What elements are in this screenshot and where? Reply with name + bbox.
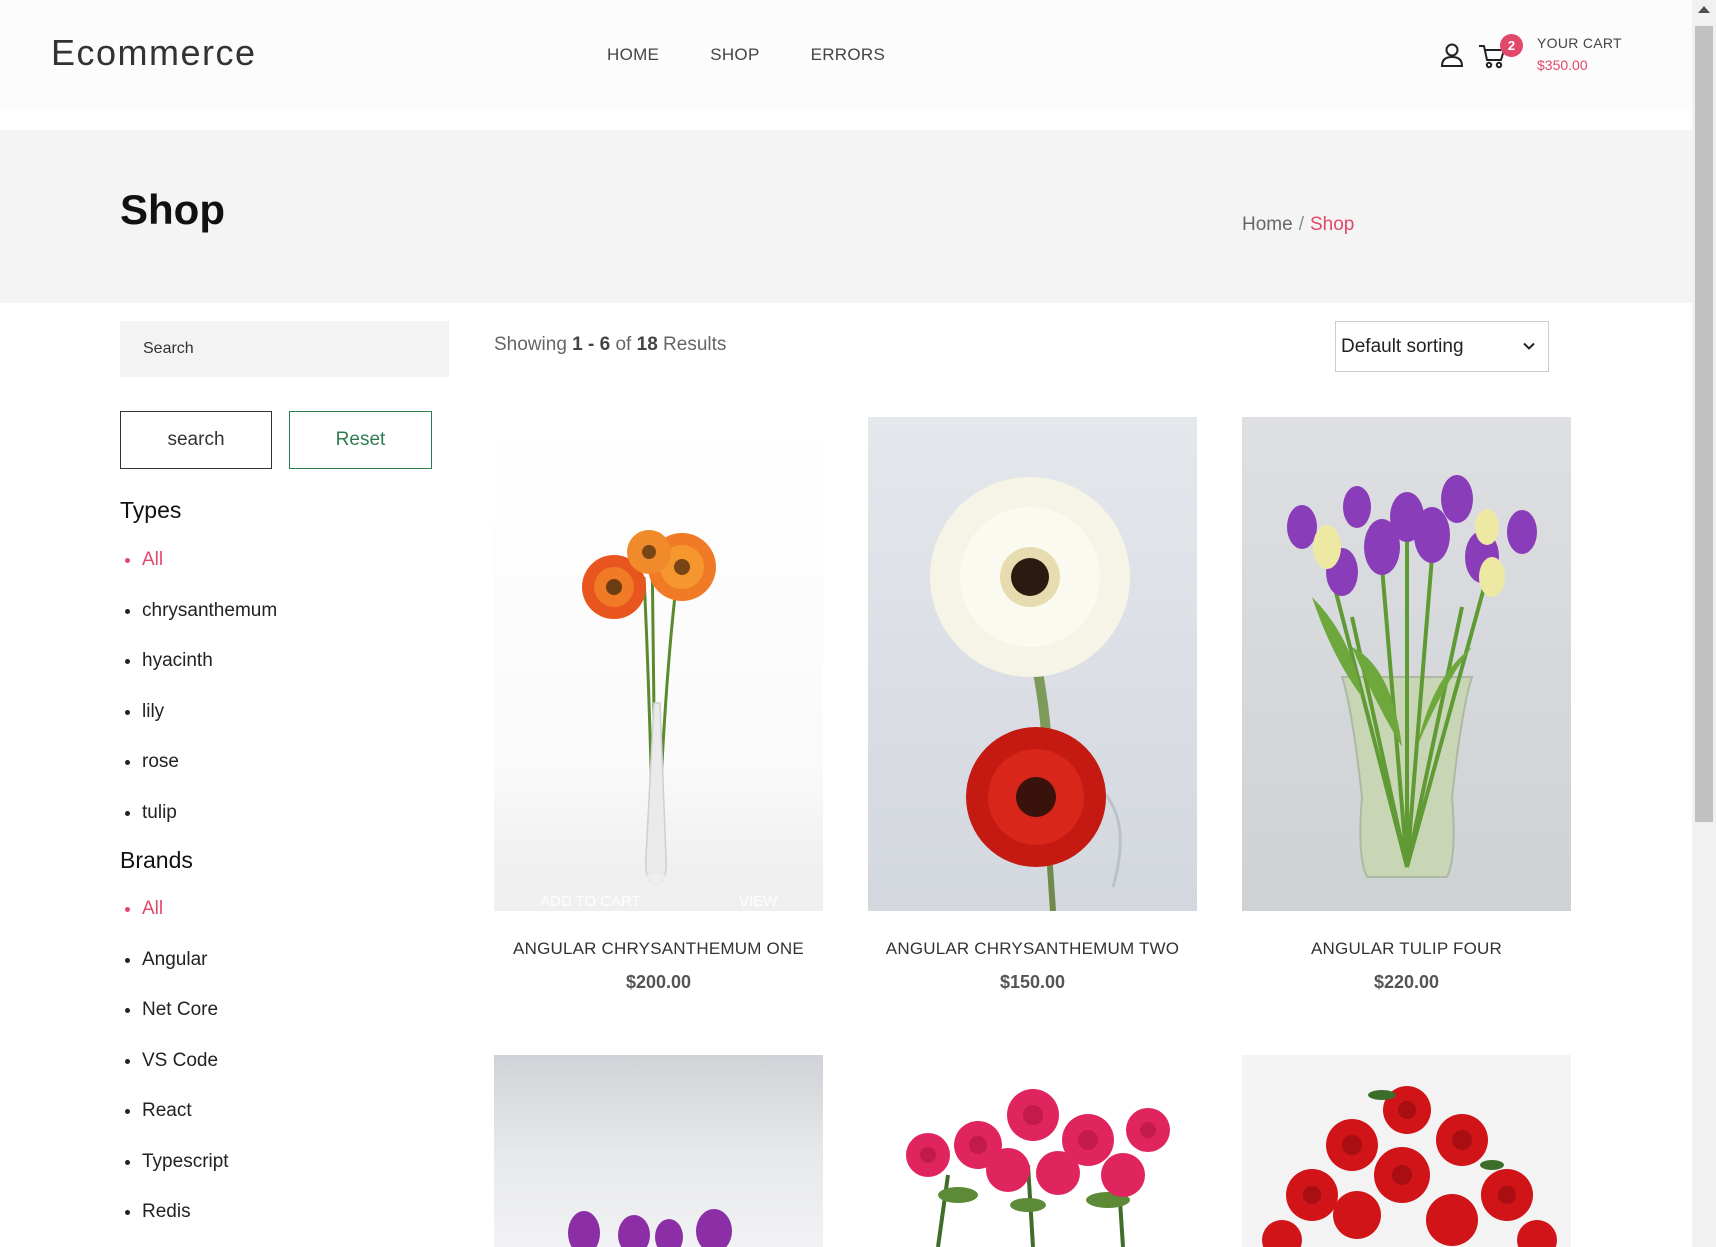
gerbera-pair-image (868, 417, 1197, 911)
product-image[interactable] (1242, 1055, 1571, 1247)
product-price: $200.00 (625, 972, 692, 992)
product-card[interactable]: ANGULAR CHRYSANTHEMUM TWO $150.00 (868, 417, 1197, 993)
cart-amount: $350.00 (1537, 57, 1588, 73)
brands-heading: Brands (120, 847, 193, 873)
brand-filter-redis[interactable]: Redis (120, 1202, 229, 1247)
product-card[interactable]: ANGULAR TULIP FOUR $220.00 (1242, 417, 1571, 993)
breadcrumb: Home / Shop (1242, 214, 1354, 236)
brand-filter-typescript[interactable]: Typescript (120, 1151, 229, 1203)
breadcrumb-separator: / (1298, 214, 1304, 235)
search-input[interactable] (120, 321, 449, 377)
types-heading: Types (120, 497, 182, 523)
breadcrumb-current: Shop (1309, 214, 1355, 235)
product-price: $150.00 (999, 972, 1066, 992)
cart-label: YOUR CART (1537, 35, 1622, 51)
brand-filter-all[interactable]: All (120, 899, 229, 950)
search-button[interactable]: search (120, 411, 272, 469)
type-filter-lily[interactable]: lily (120, 701, 277, 753)
user-icon[interactable] (1440, 42, 1464, 68)
product-price: $220.00 (1373, 972, 1440, 992)
product-image[interactable] (494, 1055, 823, 1247)
results-count: Showing 1 - 6 of 18 Results (494, 334, 727, 355)
red-roses-image (1242, 1055, 1571, 1247)
product-image[interactable] (1242, 417, 1571, 911)
type-filter-tulip[interactable]: tulip (120, 802, 277, 854)
sort-select[interactable]: Default sorting (1335, 321, 1549, 372)
brand-filter-vs-code[interactable]: VS Code (120, 1050, 229, 1102)
nav-shop[interactable]: SHOP (710, 45, 759, 65)
type-filter-hyacinth[interactable]: hyacinth (120, 651, 277, 702)
brand-filter-react[interactable]: React (120, 1101, 229, 1152)
sort-selected-value: Default sorting (1341, 336, 1464, 357)
product-name[interactable]: ANGULAR TULIP FOUR (1242, 939, 1571, 959)
product-image[interactable]: ADD TO CART VIEW (494, 417, 823, 911)
brands-list: All Angular Net Core VS Code React Types… (120, 899, 229, 1247)
brand-filter-angular[interactable]: Angular (120, 949, 229, 1001)
nav-errors[interactable]: ERRORS (811, 45, 886, 65)
product-name[interactable]: ANGULAR CHRYSANTHEMUM TWO (868, 939, 1197, 959)
tulip-vase-image (1242, 417, 1571, 911)
product-card[interactable]: ADD TO CART VIEW ANGULAR CHRYSANTHEMUM O… (494, 417, 823, 993)
cart-count-badge: 2 (1500, 34, 1523, 57)
page-banner: Shop Home / Shop (0, 130, 1692, 303)
orange-gerbera-vase-image (494, 417, 823, 911)
product-name[interactable]: ANGULAR CHRYSANTHEMUM ONE (494, 939, 823, 959)
site-header: Ecommerce HOME SHOP ERRORS 2 YOUR CART $… (0, 0, 1692, 110)
site-logo[interactable]: Ecommerce (51, 32, 257, 74)
product-image[interactable] (868, 417, 1197, 911)
view-overlay-button[interactable]: VIEW (739, 893, 777, 910)
chevron-down-icon (1523, 342, 1535, 350)
type-filter-all[interactable]: All (120, 550, 277, 601)
product-hover-overlay: ADD TO CART VIEW (494, 875, 823, 911)
product-image[interactable] (868, 1055, 1197, 1247)
type-filter-chrysanthemum[interactable]: chrysanthemum (120, 600, 277, 652)
scroll-up-arrow-icon[interactable] (1698, 6, 1710, 13)
main-nav: HOME SHOP ERRORS (607, 45, 885, 65)
type-filter-rose[interactable]: rose (120, 752, 277, 803)
pink-roses-image (868, 1055, 1197, 1247)
purple-tulip-image (494, 1055, 823, 1247)
nav-home[interactable]: HOME (607, 45, 659, 65)
reset-button[interactable]: Reset (289, 411, 432, 469)
cart-summary[interactable]: YOUR CART $350.00 (1537, 35, 1622, 73)
add-to-cart-overlay-button[interactable]: ADD TO CART (540, 893, 641, 910)
types-list: All chrysanthemum hyacinth lily rose tul… (120, 550, 277, 853)
breadcrumb-home[interactable]: Home (1242, 214, 1293, 235)
page-title: Shop (120, 186, 225, 233)
scrollbar-thumb[interactable] (1695, 26, 1713, 822)
brand-filter-net-core[interactable]: Net Core (120, 1000, 229, 1051)
